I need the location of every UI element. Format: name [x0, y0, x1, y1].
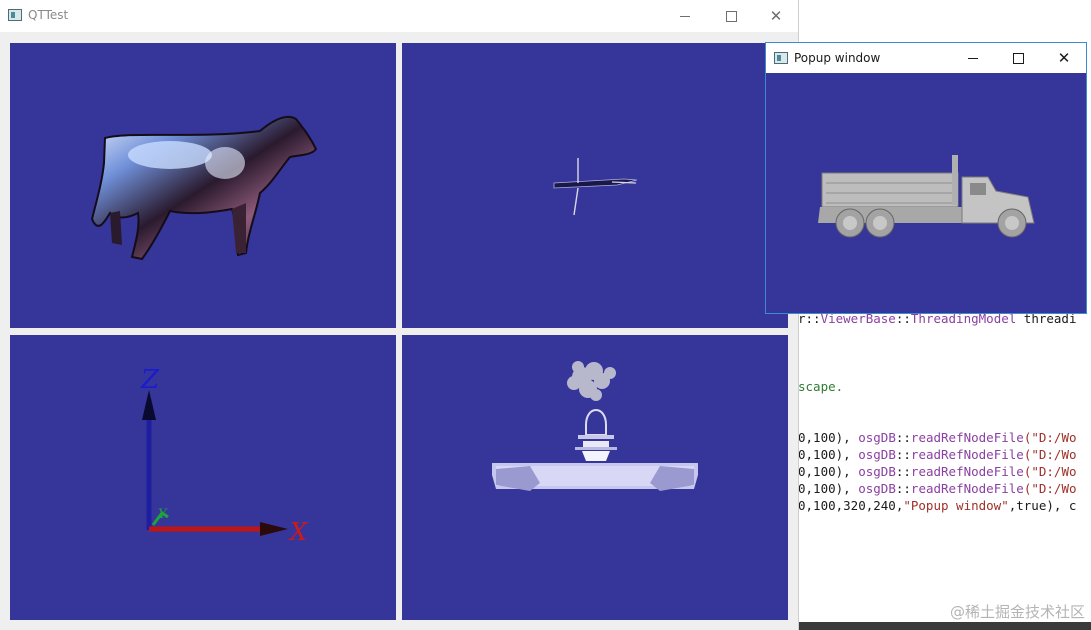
- axes-model: [142, 390, 288, 536]
- window-title: QTTest: [28, 8, 69, 22]
- truck-model: [818, 155, 1035, 238]
- minimize-button[interactable]: [950, 43, 996, 73]
- close-button[interactable]: ✕: [753, 0, 799, 32]
- viewport-fountain[interactable]: [402, 335, 788, 620]
- z-axis-label: Z: [141, 365, 160, 395]
- close-button[interactable]: ✕: [1041, 43, 1087, 73]
- popup-title: Popup window: [794, 51, 881, 65]
- maximize-button[interactable]: [995, 43, 1041, 73]
- main-titlebar[interactable]: QTTest ✕: [0, 0, 798, 32]
- viewport-glider[interactable]: [402, 43, 788, 328]
- code-line: 0,100), osgDB::readRefNodeFile("D:/Wo: [798, 430, 1077, 445]
- glider-model: [553, 158, 638, 216]
- code-line: 0,100), osgDB::readRefNodeFile("D:/Wo: [798, 447, 1077, 462]
- app-icon: [774, 52, 788, 64]
- cow-model: [90, 115, 318, 261]
- close-icon: ✕: [769, 7, 783, 25]
- code-line: 0,100), osgDB::readRefNodeFile("D:/Wo: [798, 481, 1077, 496]
- viewport-truck[interactable]: [766, 73, 1086, 313]
- editor-status-bar: [790, 622, 1091, 630]
- x-axis-label: X: [290, 518, 308, 546]
- app-icon: [8, 9, 22, 21]
- viewport-cow[interactable]: [10, 43, 396, 328]
- popup-titlebar[interactable]: Popup window ✕: [766, 43, 1086, 73]
- main-window: QTTest ✕ Z X Y: [0, 0, 799, 630]
- viewport-axes[interactable]: Z X Y: [10, 335, 396, 620]
- y-axis-label: Y: [158, 507, 167, 522]
- maximize-button[interactable]: [708, 0, 754, 32]
- code-line: 0,100,320,240,"Popup window",true), c: [798, 498, 1077, 513]
- watermark: @稀土掘金技术社区: [949, 603, 1085, 621]
- close-icon: ✕: [1057, 49, 1071, 67]
- code-line: scape.: [798, 379, 844, 394]
- popup-window: Popup window ✕: [765, 42, 1087, 314]
- code-line: 0,100), osgDB::readRefNodeFile("D:/Wo: [798, 464, 1077, 479]
- fountain-model: [492, 361, 698, 491]
- minimize-button[interactable]: [662, 0, 708, 32]
